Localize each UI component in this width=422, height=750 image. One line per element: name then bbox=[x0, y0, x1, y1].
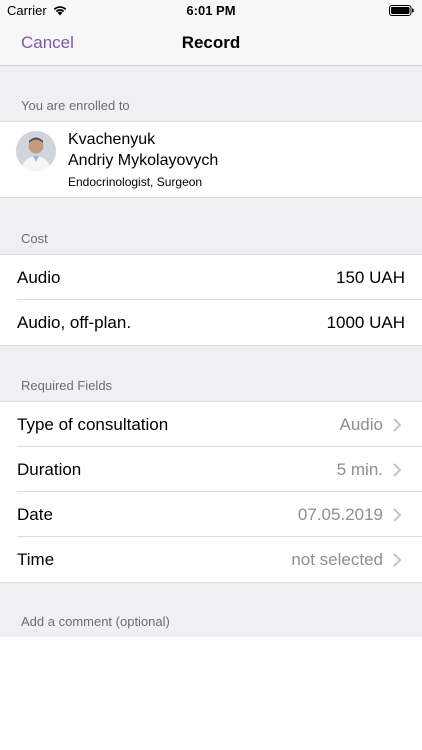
field-value: 07.05.2019 bbox=[297, 505, 383, 524]
navigation-bar: Cancel Record bbox=[0, 22, 422, 66]
section-header-required: Required Fields bbox=[0, 345, 422, 402]
section-header-enrolled: You are enrolled to bbox=[0, 66, 422, 122]
doctor-card: Kvachenyuk Andriy Mykolayovych Endocrino… bbox=[0, 122, 422, 197]
consultation-type-row[interactable]: Type of consultation Audio bbox=[0, 402, 422, 447]
doctor-first-names: Andriy Mykolayovych bbox=[68, 152, 219, 169]
date-row[interactable]: Date 07.05.2019 bbox=[0, 492, 422, 537]
field-label: Duration bbox=[17, 460, 82, 479]
doctor-specialty: Endocrinologist, Surgeon bbox=[68, 175, 203, 189]
chevron-right-icon bbox=[393, 553, 401, 567]
cost-row-label: Audio, off-plan. bbox=[17, 313, 132, 332]
section-header-label: Required Fields bbox=[21, 378, 113, 393]
cost-row: Audio, off-plan. 1000 UAH bbox=[0, 300, 422, 345]
doctor-last-name: Kvachenyuk bbox=[68, 131, 156, 148]
avatar bbox=[16, 131, 56, 171]
cost-row-label: Audio bbox=[17, 268, 61, 287]
chevron-right-icon bbox=[393, 463, 401, 477]
time-row[interactable]: Time not selected bbox=[0, 537, 422, 582]
chevron-right-icon bbox=[393, 508, 401, 522]
section-header-label: Cost bbox=[21, 231, 48, 246]
comment-input[interactable] bbox=[0, 637, 422, 750]
page-title: Record bbox=[181, 33, 241, 52]
field-label: Time bbox=[17, 550, 55, 569]
field-value: Audio bbox=[339, 415, 383, 434]
battery-icon bbox=[389, 5, 414, 16]
field-label: Date bbox=[17, 505, 53, 524]
section-header-label: Add a comment (optional) bbox=[21, 614, 170, 629]
section-header-cost: Cost bbox=[0, 197, 422, 255]
duration-row[interactable]: Duration 5 min. bbox=[0, 447, 422, 492]
cost-row-value: 150 UAH bbox=[336, 268, 405, 287]
field-value: not selected bbox=[291, 550, 383, 569]
field-value: 5 min. bbox=[336, 460, 383, 479]
cost-row: Audio 150 UAH bbox=[0, 255, 422, 300]
status-time: 6:01 PM bbox=[186, 3, 236, 18]
field-label: Type of consultation bbox=[17, 415, 169, 434]
cost-row-value: 1000 UAH bbox=[326, 313, 405, 332]
chevron-right-icon bbox=[393, 418, 401, 432]
status-bar: Carrier 6:01 PM bbox=[0, 0, 422, 22]
section-header-comment: Add a comment (optional) bbox=[0, 582, 422, 638]
section-header-label: You are enrolled to bbox=[21, 98, 130, 113]
